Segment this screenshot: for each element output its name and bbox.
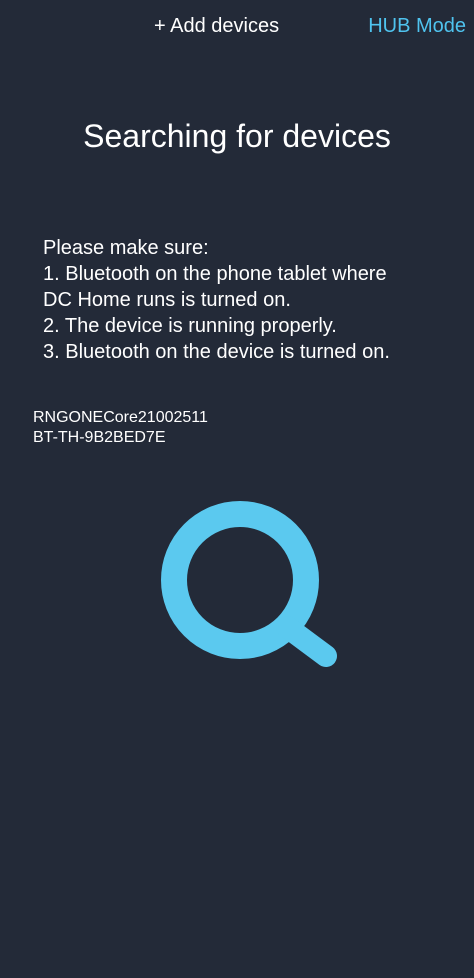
instructions: Please make sure: 1. Bluetooth on the ph… bbox=[43, 235, 453, 365]
instruction-line: 1. Bluetooth on the phone tablet where bbox=[43, 263, 387, 285]
hub-mode-button[interactable]: HUB Mode bbox=[368, 15, 466, 38]
page-title: Searching for devices bbox=[83, 118, 391, 154]
instruction-line: 3. Bluetooth on the device is turned on. bbox=[43, 341, 390, 363]
add-devices-button[interactable]: + Add devices bbox=[154, 15, 279, 38]
instruction-line: 2. The device is running properly. bbox=[43, 315, 337, 337]
top-bar: + Add devices HUB Mode bbox=[0, 0, 474, 56]
found-device-list: RNGONECore21002511 BT-TH-9B2BED7E bbox=[33, 408, 208, 448]
search-icon bbox=[161, 501, 337, 667]
instruction-line: DC Home runs is turned on. bbox=[43, 289, 291, 311]
instructions-intro: Please make sure: bbox=[43, 237, 209, 259]
device-item[interactable]: BT-TH-9B2BED7E bbox=[33, 428, 208, 448]
device-item[interactable]: RNGONECore21002511 bbox=[33, 408, 208, 428]
